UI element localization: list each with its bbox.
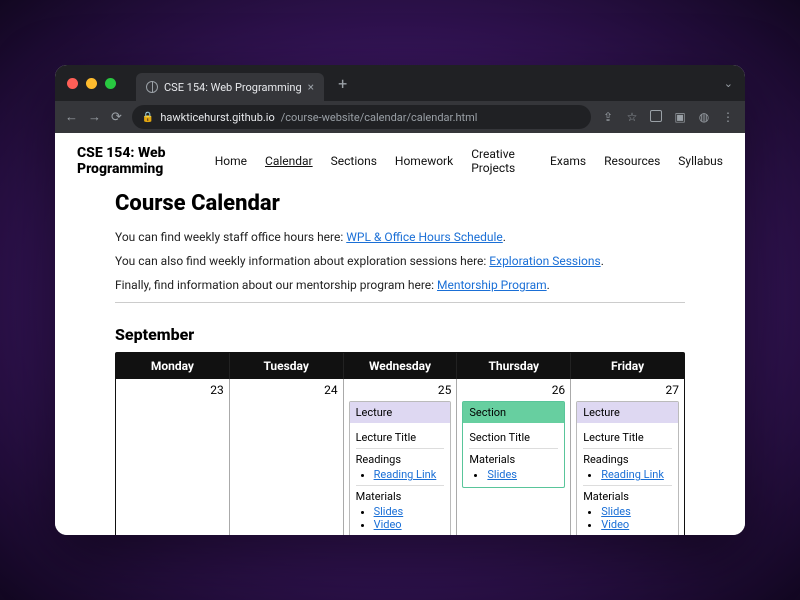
section-materials: Materials xyxy=(469,448,558,466)
intro-line-2: You can also find weekly information abo… xyxy=(115,254,685,268)
day-number: 23 xyxy=(121,383,224,397)
url-path: /course-website/calendar/calendar.html xyxy=(281,111,478,124)
mentorship-program-link[interactable]: Mentorship Program xyxy=(437,278,547,292)
calendar-row: 23 24 25 Lecture Lecture Title Readi xyxy=(116,379,684,535)
section-title: Section Title xyxy=(469,431,558,444)
day-number: 25 xyxy=(349,383,452,397)
day-number: 27 xyxy=(576,383,679,397)
nav-sections[interactable]: Sections xyxy=(331,154,377,168)
profile-icon[interactable]: ◍ xyxy=(697,110,711,125)
lecture-title: Lecture Title xyxy=(583,431,672,444)
col-thursday: Thursday xyxy=(457,353,571,379)
titlebar: CSE 154: Web Programming × + ⌄ xyxy=(55,65,745,101)
col-friday: Friday xyxy=(571,353,684,379)
share-icon[interactable]: ⇪ xyxy=(601,110,615,125)
bookmark-icon[interactable]: ☆ xyxy=(625,110,639,125)
cell-thu: 26 Section Section Title Materials Slide… xyxy=(457,379,571,535)
minimize-window-button[interactable] xyxy=(86,78,97,89)
cell-tue: 24 xyxy=(230,379,344,535)
col-monday: Monday xyxy=(116,353,230,379)
card-label: Section xyxy=(463,402,564,423)
page-content: Course Calendar You can find weekly staf… xyxy=(55,187,745,535)
lecture-title: Lecture Title xyxy=(356,431,445,444)
slides-link[interactable]: Slides xyxy=(374,505,404,518)
nav-homework[interactable]: Homework xyxy=(395,154,453,168)
nav-creative-projects[interactable]: Creative Projects xyxy=(471,147,532,175)
col-tuesday: Tuesday xyxy=(230,353,344,379)
nav-home[interactable]: Home xyxy=(215,154,247,168)
intro-line-3: Finally, find information about our ment… xyxy=(115,278,685,292)
lecture-card[interactable]: Lecture Lecture Title Readings Reading L… xyxy=(576,401,679,535)
toolbar-right: ⇪ ☆ ▣ ◍ ⋮ xyxy=(601,110,735,125)
exploration-sessions-link[interactable]: Exploration Sessions xyxy=(489,254,600,268)
section-materials: Materials xyxy=(583,485,672,503)
col-wednesday: Wednesday xyxy=(344,353,458,379)
card-label: Lecture xyxy=(577,402,678,423)
section-card[interactable]: Section Section Title Materials Slides xyxy=(462,401,565,488)
url-field[interactable]: 🔒 hawkticehurst.github.io/course-website… xyxy=(132,105,591,129)
page-title: Course Calendar xyxy=(115,191,685,216)
nav-syllabus[interactable]: Syllabus xyxy=(678,154,723,168)
new-tab-button[interactable]: + xyxy=(338,74,347,93)
cell-fri: 27 Lecture Lecture Title Readings Readin… xyxy=(571,379,684,535)
day-number: 26 xyxy=(462,383,565,397)
url-domain: hawkticehurst.github.io xyxy=(160,111,274,124)
card-body: Lecture Title Readings Reading Link Mate… xyxy=(577,423,678,535)
calendar-header: Monday Tuesday Wednesday Thursday Friday xyxy=(116,353,684,379)
menu-icon[interactable]: ⋮ xyxy=(721,110,735,125)
video-link[interactable]: Video xyxy=(601,518,629,531)
browser-tab[interactable]: CSE 154: Web Programming × xyxy=(136,73,324,101)
nav-exams[interactable]: Exams xyxy=(550,154,586,168)
office-hours-link[interactable]: WPL & Office Hours Schedule xyxy=(346,230,503,244)
section-materials: Materials xyxy=(356,485,445,503)
cell-mon: 23 xyxy=(116,379,230,535)
slides-link[interactable]: Slides xyxy=(487,468,517,481)
page-viewport: CSE 154: Web Programming Home Calendar S… xyxy=(55,133,745,535)
month-heading: September xyxy=(115,325,685,344)
reading-link[interactable]: Reading Link xyxy=(601,468,664,481)
address-bar: ← → ⟳ 🔒 hawkticehurst.github.io/course-w… xyxy=(55,101,745,133)
fullscreen-window-button[interactable] xyxy=(105,78,116,89)
extensions-icon[interactable] xyxy=(649,110,663,125)
lecture-card[interactable]: Lecture Lecture Title Readings Reading L… xyxy=(349,401,452,535)
close-tab-icon[interactable]: × xyxy=(308,80,314,94)
video-link[interactable]: Video xyxy=(374,518,402,531)
card-body: Section Title Materials Slides xyxy=(463,423,564,487)
close-window-button[interactable] xyxy=(67,78,78,89)
globe-icon xyxy=(146,81,158,93)
card-label: Lecture xyxy=(350,402,451,423)
card-body: Lecture Title Readings Reading Link Mate… xyxy=(350,423,451,535)
intro-line-1: You can find weekly staff office hours h… xyxy=(115,230,685,244)
site-nav: CSE 154: Web Programming Home Calendar S… xyxy=(55,133,745,187)
app-icon[interactable]: ▣ xyxy=(673,110,687,125)
lock-icon: 🔒 xyxy=(142,112,154,123)
reload-button[interactable]: ⟳ xyxy=(111,110,122,125)
cell-wed: 25 Lecture Lecture Title Readings Readin… xyxy=(344,379,458,535)
day-number: 24 xyxy=(235,383,338,397)
divider xyxy=(115,302,685,303)
nav-resources[interactable]: Resources xyxy=(604,154,660,168)
window-controls xyxy=(67,78,116,89)
tab-overflow-icon[interactable]: ⌄ xyxy=(724,77,733,90)
nav-calendar[interactable]: Calendar xyxy=(265,154,313,168)
browser-window: CSE 154: Web Programming × + ⌄ ← → ⟳ 🔒 h… xyxy=(55,65,745,535)
section-readings: Readings xyxy=(356,448,445,466)
forward-button[interactable]: → xyxy=(88,109,101,125)
site-brand: CSE 154: Web Programming xyxy=(77,145,197,177)
calendar: Monday Tuesday Wednesday Thursday Friday… xyxy=(115,352,685,535)
section-readings: Readings xyxy=(583,448,672,466)
reading-link[interactable]: Reading Link xyxy=(374,468,437,481)
intro-block: You can find weekly staff office hours h… xyxy=(115,230,685,292)
tab-title: CSE 154: Web Programming xyxy=(164,81,302,94)
slides-link[interactable]: Slides xyxy=(601,505,631,518)
back-button[interactable]: ← xyxy=(65,109,78,125)
